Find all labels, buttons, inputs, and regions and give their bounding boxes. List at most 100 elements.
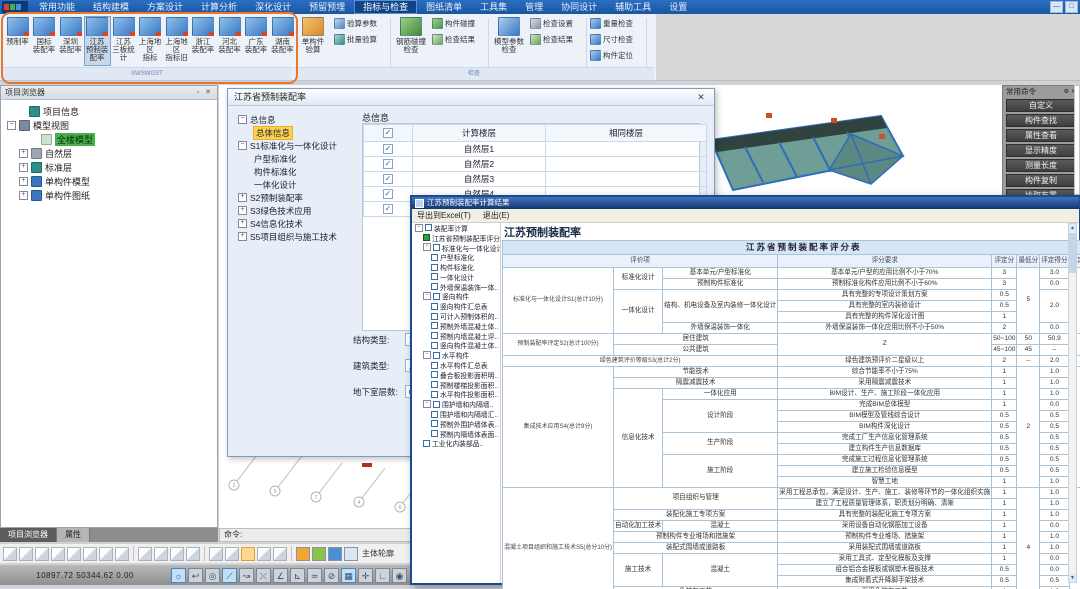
ribbon-button-尺寸检查[interactable]: 尺寸检查 [590, 33, 633, 46]
result-tree-item-预制内隔墙体表面..[interactable]: 预制内隔墙体表面.. [414, 429, 500, 439]
checkbox-icon[interactable] [431, 411, 438, 418]
status-toggle-icon-4[interactable]: ↝ [239, 568, 254, 583]
result-tree-item-外墙保温装饰一体..[interactable]: 外墙保温装饰一体.. [414, 282, 500, 292]
expand-icon[interactable]: + [238, 219, 247, 228]
dialog-tree-item-S3绿色技术应用[interactable]: +S3绿色技术应用 [236, 204, 356, 217]
ribbon-tab-结构建模[interactable]: 结构建模 [84, 0, 138, 14]
ribbon-button-深圳装配率[interactable]: 深圳装配率 [57, 16, 84, 66]
collapse-icon[interactable]: − [423, 400, 431, 408]
checkbox-icon[interactable] [431, 332, 438, 339]
gear-icon[interactable]: ⚙ [1064, 88, 1069, 95]
checkbox-checked-icon[interactable]: ✓ [383, 128, 393, 138]
checkbox-icon[interactable] [431, 391, 438, 398]
collapse-icon[interactable]: − [423, 351, 431, 359]
result-tree-item-围护墙和内隔墙..[interactable]: −围护墙和内隔墙.. [414, 399, 500, 409]
tree-item-标准层[interactable]: +标准层 [3, 160, 215, 174]
display-mode-icon[interactable] [344, 547, 358, 561]
view-tool-icon[interactable] [241, 547, 255, 561]
status-toggle-icon-13[interactable]: ◉ [392, 568, 407, 583]
view-tool-icon[interactable] [209, 547, 223, 561]
view-cube-icon[interactable] [19, 547, 33, 561]
collapse-icon[interactable]: − [238, 141, 247, 150]
checkbox-icon[interactable] [433, 244, 440, 251]
result-tree-item-预制内墙混凝土评..[interactable]: 预制内墙混凝土评.. [414, 331, 500, 341]
checkbox-icon[interactable] [433, 352, 440, 359]
view-tool-icon[interactable] [257, 547, 271, 561]
scroll-down-icon[interactable]: ▼ [1069, 574, 1076, 582]
dialog-tree-item-S5项目组织与施工技术[interactable]: +S5项目组织与施工技术 [236, 230, 356, 243]
menu-item-退出(E)[interactable]: 退出(E) [483, 209, 510, 222]
view-tool-icon[interactable] [138, 547, 152, 561]
command-button-构件复制[interactable]: 构件复制 [1006, 174, 1076, 187]
expand-icon[interactable]: + [238, 232, 247, 241]
status-toggle-icon-10[interactable]: ▦ [341, 568, 356, 583]
view-cube-icon[interactable] [115, 547, 129, 561]
view-cube-icon[interactable] [67, 547, 81, 561]
pin-icon[interactable]: ▫ [193, 86, 203, 99]
collapse-icon[interactable]: − [423, 292, 431, 300]
checkbox-icon[interactable] [431, 362, 438, 369]
expand-icon[interactable]: + [19, 149, 28, 158]
status-toggle-icon-9[interactable]: ⊘ [324, 568, 339, 583]
display-mode-icon[interactable] [312, 547, 326, 561]
tree-item-模型视图[interactable]: −模型视图 [3, 118, 215, 132]
result-tree-item-户型标准化[interactable]: 户型标准化 [414, 252, 500, 262]
checkbox-icon[interactable] [433, 401, 440, 408]
ribbon-button-上海地区指标旧[interactable]: 上海地区指标旧 [163, 16, 190, 66]
result-tree-item-一体化设计[interactable]: 一体化设计 [414, 272, 500, 282]
ribbon-button-批量验算[interactable]: 批量验算 [334, 33, 377, 46]
menu-item-导出到Excel(T)[interactable]: 导出到Excel(T) [417, 209, 471, 222]
checkbox-checked-icon[interactable]: ✓ [383, 189, 393, 199]
checkbox-icon[interactable] [423, 440, 430, 447]
checkbox-icon[interactable] [425, 224, 432, 231]
display-mode-icon[interactable] [296, 547, 310, 561]
command-button-自定义[interactable]: 自定义 [1006, 99, 1076, 112]
ribbon-button-广东装配率[interactable]: 广东装配率 [243, 16, 270, 66]
minimize-icon[interactable]: — [1050, 1, 1063, 13]
ribbon-tab-预留预埋[interactable]: 预留预埋 [300, 0, 354, 14]
checkbox-icon[interactable] [433, 293, 440, 300]
ribbon-tab-方案设计[interactable]: 方案设计 [138, 0, 192, 14]
collapse-icon[interactable]: − [7, 121, 16, 130]
ribbon-tab-设置[interactable]: 设置 [660, 0, 696, 14]
command-line[interactable]: 命令: [219, 528, 411, 542]
checkbox-checked-icon[interactable]: ✓ [383, 204, 393, 214]
ribbon-button-单构件验算[interactable]: 单构件验算 [296, 16, 330, 66]
result-tree-item-预制外围护墙体表..[interactable]: 预制外围护墙体表.. [414, 419, 500, 429]
result-tree-item-构件标准化[interactable]: 构件标准化 [414, 262, 500, 272]
ribbon-button-构件定位[interactable]: 构件定位 [590, 49, 633, 62]
ribbon-button-预制率[interactable]: 预制率 [4, 16, 31, 66]
view-cube-icon[interactable] [99, 547, 113, 561]
checkbox-icon[interactable] [431, 371, 438, 378]
checkbox-icon[interactable] [431, 313, 438, 320]
ribbon-tab-辅助工具[interactable]: 辅助工具 [606, 0, 660, 14]
result-tree-item-江苏省预制装配率评分[interactable]: 江苏省预制装配率评分 [414, 233, 500, 243]
scroll-up-icon[interactable]: ▲ [1069, 224, 1076, 232]
ribbon-tab-协同设计[interactable]: 协同设计 [552, 0, 606, 14]
ribbon-button-检查结果[interactable]: 检查结果 [432, 33, 475, 46]
ribbon-button-验算参数[interactable]: 验算参数 [334, 17, 377, 30]
view-cube-icon[interactable] [51, 547, 65, 561]
status-toggle-icon-6[interactable]: ∠ [273, 568, 288, 583]
result-tree-item-标准化与一体化设计[interactable]: −标准化与一体化设计 [414, 243, 500, 253]
result-tree-item-叠合板投影面积明..[interactable]: 叠合板投影面积明.. [414, 370, 500, 380]
result-tree-item-围护墙和内隔墙汇..[interactable]: 围护墙和内隔墙汇.. [414, 409, 500, 419]
ribbon-button-模型参数检查[interactable]: 模型参数检查 [492, 16, 526, 66]
tree-item-自然层[interactable]: +自然层 [3, 146, 215, 160]
result-dialog-titlebar[interactable]: 江苏预制装配率计算结果 [412, 197, 1079, 209]
status-toggle-icon-2[interactable]: ◎ [205, 568, 220, 583]
ribbon-tab-计算分析[interactable]: 计算分析 [192, 0, 246, 14]
dialog-tree-item-S2预制装配率[interactable]: +S2预制装配率 [236, 191, 356, 204]
checkbox-icon[interactable] [431, 322, 438, 329]
scroll-thumb[interactable] [1069, 233, 1076, 273]
expand-icon[interactable]: + [19, 163, 28, 172]
close-icon[interactable]: ✕ [203, 86, 213, 99]
ribbon-button-河北装配率[interactable]: 河北装配率 [216, 16, 243, 66]
ribbon-tab-常用功能[interactable]: 常用功能 [30, 0, 84, 14]
maximize-icon[interactable]: □ [1065, 1, 1078, 13]
view-cube-icon[interactable] [35, 547, 49, 561]
ribbon-button-钢筋碰撞检查[interactable]: 钢筋碰撞检查 [394, 16, 428, 66]
view-tool-icon[interactable] [154, 547, 168, 561]
status-toggle-icon-3[interactable]: ⟋ [222, 568, 237, 583]
checkbox-icon[interactable] [431, 420, 438, 427]
